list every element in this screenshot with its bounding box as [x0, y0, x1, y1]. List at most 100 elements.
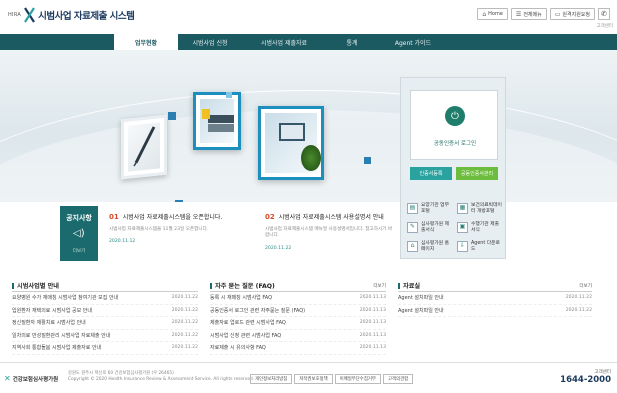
- nav-item-agent-guide[interactable]: Agent 가이드: [378, 34, 448, 50]
- email-refusal-link[interactable]: 이메일무단수집거부: [334, 374, 381, 384]
- megaphone-icon: ◁): [73, 228, 85, 239]
- books-monitor-illustration: [193, 92, 241, 150]
- notice-item[interactable]: 01 시범사업 자료제출시스템을 오픈합니다. 시범사업 자료제출시스템을 11월…: [109, 212, 259, 244]
- certificate-login-label: 공동인증서 로그인: [433, 141, 477, 147]
- feedback-link[interactable]: 고객의견함: [382, 374, 414, 384]
- main-nav: 업무현황 시범사업 신청 시범사업 제출자료 통계 Agent 가이드: [0, 34, 617, 50]
- list-item-text: Agent 설치파일 안내: [398, 295, 444, 302]
- faq-more-link[interactable]: 더보기: [373, 283, 386, 289]
- quick-link-portal[interactable]: ▤ 요양기관 업무포털: [407, 201, 453, 216]
- list-item[interactable]: 시범사업 신청 관련 시범사업 FAQ 2020.11.13: [210, 330, 386, 342]
- remote-support-label: 원격지원요청: [562, 11, 590, 18]
- notice-item-title: 시범사업 자료제출시스템 사용설명서 안내: [278, 214, 384, 221]
- quick-links: ▤ 요양기관 업무포털 ▦ 보건의료빅데이터 개방포털 ✎ 심사평가원 제출서식 ▣ 수…: [407, 201, 503, 254]
- monitor-icon: ▭: [554, 10, 561, 18]
- list-item-date: 2020.11.13: [359, 332, 386, 338]
- download-icon: ⇩: [457, 241, 468, 252]
- nav-item-stats[interactable]: 통계: [326, 34, 378, 50]
- list-item-text: 제출자료 업로드 관련 시범사업 FAQ: [210, 320, 286, 327]
- quick-link-homepage[interactable]: ⌂ 심사평가원 홈페이지: [407, 239, 453, 254]
- board-title: 자주 묻는 질문 (FAQ): [210, 281, 275, 290]
- site-logo[interactable]: HIRA 시범사업 자료제출 시스템: [8, 7, 135, 23]
- home-icon: ⌂: [407, 241, 418, 252]
- board-program-guide: 시범사업별 안내 요양병원 수가 재매칭 시범사업 참여기관 모집 안내 2020…: [12, 282, 198, 355]
- home-link[interactable]: ⌂ Home: [477, 8, 508, 20]
- deco-square: [168, 112, 176, 120]
- nav-item-status[interactable]: 업무현황: [114, 34, 178, 50]
- notice-tag[interactable]: 공지사항 ◁) 더보기: [60, 206, 98, 261]
- quick-link-label: 심사평가원 홈페이지: [421, 241, 450, 252]
- mini-computer-icon: [279, 123, 305, 141]
- quick-link-org-forms[interactable]: ▣ 수행기관 제출서식: [457, 220, 503, 235]
- board-title: 자료실: [398, 281, 420, 290]
- manage-certificate-button[interactable]: 공동인증서관리: [456, 167, 498, 180]
- all-menu-link[interactable]: ☰ 전체메뉴: [510, 8, 547, 20]
- notice-item-date: 2020.11.22: [265, 245, 292, 251]
- board-title: 시범사업별 안내: [12, 281, 59, 290]
- certificate-login-box[interactable]: ⏻ 공동인증서 로그인: [410, 90, 498, 160]
- list-item[interactable]: 요양병원 수가 재매칭 시범사업 참여기관 모집 안내 2020.11.22: [12, 292, 198, 305]
- resources-more-link[interactable]: 더보기: [579, 283, 592, 289]
- logo-small-text: HIRA: [8, 12, 22, 18]
- notice-item-title: 시범사업 자료제출시스템을 오픈합니다.: [122, 214, 223, 221]
- book-stack: [208, 124, 234, 132]
- list-item[interactable]: 제출자료 업로드 관련 시범사업 FAQ 2020.11.13: [210, 317, 386, 330]
- book-stack: [208, 115, 234, 123]
- customer-center-text: 고객센터: [596, 24, 613, 29]
- all-menu-label: 전체메뉴: [523, 11, 542, 18]
- phone-icon[interactable]: ✆: [598, 8, 610, 20]
- list-item-text: 자료제출 시 유의사항 FAQ: [210, 345, 266, 352]
- list-item[interactable]: Agent 설치파일 안내 2020.11.22: [398, 292, 592, 305]
- copyright-policy-link[interactable]: 저작권보호정책: [294, 374, 333, 384]
- footer-info: 강원도 원주시 혁신로 60 건강보험심사평가원 (우 26465) Copyr…: [68, 371, 254, 384]
- footer-logo: ✕ 건강보험심사평가원: [4, 374, 58, 383]
- list-item-text: 공동인증서 로그인 관련 자주묻는 질문 (FAQ): [210, 307, 306, 314]
- list-item[interactable]: 등록 시 재매칭 시범사업 FAQ 2020.11.13: [210, 292, 386, 305]
- quick-link-hira-forms[interactable]: ✎ 심사평가원 제출서식: [407, 220, 453, 235]
- remote-support-link[interactable]: ▭ 원격지원요청: [549, 8, 595, 20]
- home-link-label: Home: [488, 11, 503, 17]
- quick-link-label: Agent 다운로드: [471, 241, 500, 252]
- boards-area: 시범사업별 안내 요양병원 수가 재매칭 시범사업 참여기관 모집 안내 2020…: [0, 272, 617, 362]
- list-item-date: 2020.11.22: [171, 332, 198, 338]
- list-item[interactable]: Agent 설치파일 안내 2020.11.22: [398, 305, 592, 317]
- nav-item-submit[interactable]: 시범사업 제출자료: [242, 34, 326, 50]
- list-item-date: 2020.11.13: [359, 320, 386, 326]
- quick-link-agent-download[interactable]: ⇩ Agent 다운로드: [457, 239, 503, 254]
- list-item[interactable]: 일차의료 만성질환관리 시범사업 자료제출 안내 2020.11.22: [12, 330, 198, 342]
- top-utility-links: ⌂ Home ☰ 전체메뉴 ▭ 원격지원요청 ✆: [477, 8, 610, 20]
- nav-item-apply[interactable]: 시범사업 신청: [178, 34, 242, 50]
- list-item[interactable]: 공동인증서 로그인 관련 자주묻는 질문 (FAQ) 2020.11.13: [210, 305, 386, 317]
- deco-square: [364, 157, 371, 164]
- quick-link-label: 심사평가원 제출서식: [421, 222, 450, 233]
- list-item-date: 2020.11.22: [171, 307, 198, 313]
- customer-call-center: 고객센터 1644-2000: [560, 369, 611, 385]
- list-item-date: 2020.11.13: [359, 307, 386, 313]
- list-item[interactable]: 지역사회 통합돌봄 시범사업 제출자료 안내 2020.11.22: [12, 342, 198, 355]
- list-item-text: 일차의료 만성질환관리 시범사업 자료제출 안내: [12, 332, 111, 339]
- list-item[interactable]: 정신질환자 재활치료 시범사업 안내 2020.11.22: [12, 317, 198, 330]
- notice-number: 01: [109, 213, 119, 221]
- site-header: HIRA 시범사업 자료제출 시스템 ⌂ Home ☰ 전체메뉴 ▭ 원격지원요청 ✆…: [0, 0, 617, 34]
- privacy-policy-link[interactable]: 개인정보처리방침: [250, 374, 293, 384]
- notice-number: 02: [265, 213, 275, 221]
- list-item-date: 2020.11.13: [359, 295, 386, 301]
- quick-link-bigdata[interactable]: ▦ 보건의료빅데이터 개방포털: [457, 201, 503, 216]
- call-center-number: 1644-2000: [560, 375, 611, 385]
- bulb-icon: [202, 109, 210, 119]
- list-item[interactable]: 입원환자 재택의료 시범사업 공모 안내 2020.11.22: [12, 305, 198, 317]
- list-item[interactable]: 자료제출 시 유의사항 FAQ 2020.11.13: [210, 342, 386, 355]
- hero-banner: [0, 50, 617, 202]
- notice-more-link[interactable]: 더보기: [60, 248, 98, 254]
- power-icon[interactable]: ⏻: [445, 106, 465, 126]
- home-icon: ⌂: [482, 10, 487, 18]
- footer-links: 개인정보처리방침 저작권보호정책 이메일무단수집거부 고객의견함: [250, 374, 414, 384]
- notice-item-date: 2020.11.12: [109, 239, 136, 245]
- logo-x-icon: [24, 7, 36, 23]
- list-item-date: 2020.11.22: [171, 295, 198, 301]
- footer-logo-icon: ✕: [4, 374, 11, 383]
- notice-item[interactable]: 02 시범사업 자료제출시스템 사용설명서 안내 시범사업 자료제출시스템 매뉴얼…: [265, 212, 393, 251]
- list-item-text: 시범사업 신청 관련 시범사업 FAQ: [210, 332, 282, 339]
- register-certificate-button[interactable]: 인증서등록: [410, 167, 452, 180]
- pen-icon: [133, 126, 156, 167]
